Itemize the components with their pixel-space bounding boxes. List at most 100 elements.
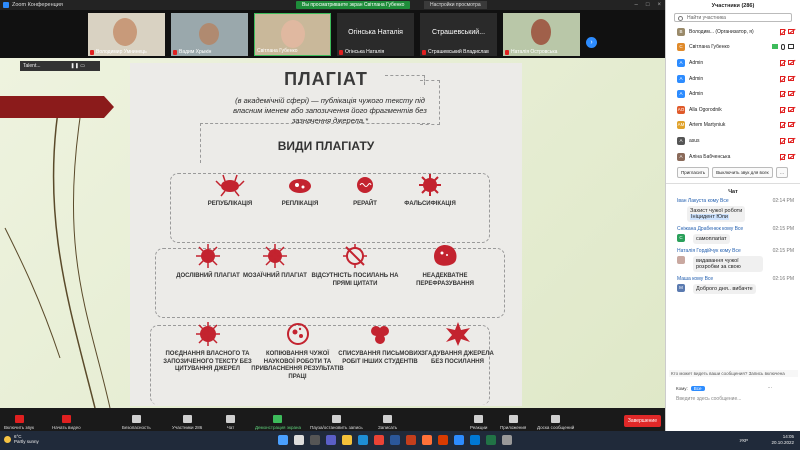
record-button[interactable]: Записать [378,415,397,430]
muted-mic-icon [173,49,177,55]
muted-mic-icon[interactable] [780,137,785,144]
participants-button[interactable]: Участники 286 [172,415,202,430]
mute-all-button[interactable]: Выключить звук для всех [712,167,773,179]
task-view-icon[interactable] [310,435,320,445]
video-off-icon[interactable] [788,137,794,143]
reactions-button[interactable]: Реакции [470,415,487,430]
muted-mic-icon[interactable] [780,59,785,66]
outlook-icon[interactable] [470,435,480,445]
recipient-dropdown[interactable]: Все [690,385,705,391]
powerpoint-icon[interactable] [406,435,416,445]
video-tile[interactable]: Вадим Хрыкін [171,13,248,56]
participant-row[interactable]: Aasus [666,133,800,149]
unmute-button[interactable]: Включить звук [4,415,34,430]
mini-tile-controls-icon[interactable]: ❚❚ ▭ [71,63,86,69]
excel-icon[interactable] [486,435,496,445]
muted-mic-icon[interactable] [780,28,785,35]
edge-icon[interactable] [358,435,368,445]
view-options-button[interactable]: Настройки просмотра [424,1,487,9]
video-off-icon[interactable] [788,106,794,112]
share-screen-button[interactable]: Демонстрация экрана [255,415,301,430]
participant-row[interactable]: A Admin [666,86,800,102]
start-icon[interactable] [278,435,288,445]
message-recipient: кому Все [692,276,714,283]
close-icon[interactable]: × [657,2,661,8]
virus-icon [263,244,287,268]
muted-mic-icon[interactable] [780,122,785,129]
video-tile[interactable]: Світлана Губенко [254,13,331,56]
chat-input[interactable]: Введите здесь сообщение... [676,396,741,402]
app-icon[interactable] [502,435,512,445]
video-tile[interactable]: Огінська Наталія Огінська Наталія [337,13,414,56]
slide-accent-bar [0,96,114,118]
next-page-button[interactable]: › [586,37,597,48]
whiteboard-button[interactable]: Доска сообщений [537,415,574,430]
more-button[interactable]: … [775,167,789,179]
participant-face [281,20,305,48]
video-off-icon[interactable] [788,28,794,34]
time: 14:05 [782,434,794,439]
search-icon[interactable] [294,435,304,445]
participant-name: Аліна Бабченська [689,153,731,160]
participant-row[interactable]: АО Alla Ogorodnik [666,102,800,118]
participant-row[interactable]: A Admin [666,71,800,87]
pause-recording-button[interactable]: Пауза/остановить запись [310,415,363,430]
muted-mic-icon[interactable] [780,91,785,98]
tile-big-name: Огінська Наталія [348,29,403,36]
minimize-icon[interactable]: – [635,2,638,8]
chat-visibility-notice[interactable]: Кто может видеть ваши сообщения? Запись … [669,370,798,377]
video-tile[interactable]: Володимир Умнинець [88,13,165,56]
smile-icon [474,415,484,423]
video-off-icon[interactable] [788,153,794,159]
security-button[interactable]: Безопасность [122,415,151,430]
plagiarism-type: МОЗАЇЧНИЙ ПЛАГІАТ [235,243,315,281]
weather-widget[interactable]: 6°C Partly sunny [4,434,39,444]
video-off-icon[interactable] [788,91,794,97]
video-icon[interactable] [788,44,794,50]
muted-mic-icon[interactable] [780,153,785,160]
firefox-icon[interactable] [422,435,432,445]
participant-row[interactable]: A Аліна Бабченська [666,149,800,165]
message-time: 02:15 PM [772,248,794,255]
chat-button[interactable]: Чат [226,415,235,430]
muted-mic-icon [422,49,426,55]
avatar: С [677,43,685,52]
video-tile[interactable]: Наталія Островська [503,13,580,56]
participant-row[interactable]: В Володим... (Организатор, я) [666,24,800,40]
blob-germ-icon [434,245,457,266]
plagiarism-type: КОПІЮВАННЯ ЧУЖОЇ НАУКОВОЇ РОБОТИ ТА ПРИВ… [250,321,345,381]
apps-button[interactable]: Приложения [500,415,526,430]
plagiarism-type: РЕПУБЛІКАЦІЯ [190,173,270,209]
start-video-button[interactable]: Начать видео [52,415,81,430]
mic-icon[interactable] [781,44,785,51]
muted-mic-icon[interactable] [780,106,785,113]
office-icon[interactable] [438,435,448,445]
word-icon[interactable] [390,435,400,445]
clock[interactable]: 14:05 20.10.2022 [771,434,794,446]
plagiarism-type: ВІДСУТНІСТЬ ПОСИЛАНЬ НА ПРЯМІ ЦИТАТИ [310,243,400,288]
more-icon[interactable]: ⋯ [768,385,773,391]
participant-name: Світлана Губенко [689,44,730,51]
virus-icon [215,174,245,197]
participant-row[interactable]: AM Artem Martyniuk [666,118,800,134]
language-indicator[interactable]: УКР [740,438,748,443]
participant-row[interactable]: С Світлана Губенко [666,40,800,56]
video-off-icon[interactable] [788,75,794,81]
teams-icon[interactable] [326,435,336,445]
video-off-icon[interactable] [788,59,794,65]
video-off-icon[interactable] [788,122,794,128]
participant-row[interactable]: A Admin [666,55,800,71]
end-meeting-button[interactable]: Завершение [623,415,661,427]
maximize-icon[interactable]: □ [646,2,650,8]
participant-search-input[interactable]: Найти участника [674,13,792,22]
mini-video-tile[interactable]: Talent... ❚❚ ▭ [20,61,100,71]
muted-mic-icon[interactable] [780,75,785,82]
message-text: видавання чужої розробки за свою [693,256,763,273]
video-tile[interactable]: Страшевський... Страшевський Владислав [420,13,497,56]
toolbar-label: Пауза/остановить запись [310,425,363,430]
zoom-icon[interactable] [454,435,464,445]
invite-button[interactable]: Пригласить [677,167,710,179]
explorer-icon[interactable] [342,435,352,445]
chrome-icon[interactable] [374,435,384,445]
cluster-icon [371,326,389,344]
